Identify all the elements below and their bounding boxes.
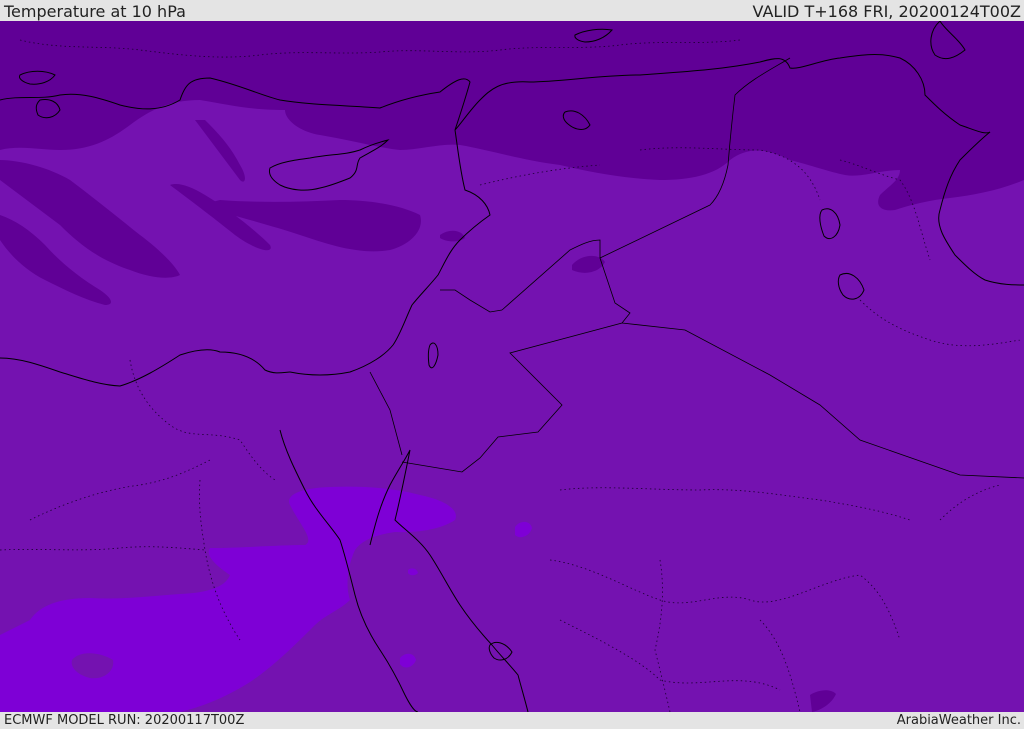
valid-time-label: VALID T+168 FRI, 20200124T00Z	[752, 2, 1021, 21]
credit-label: ArabiaWeather Inc.	[896, 713, 1021, 728]
footer-bar: ECMWF MODEL RUN: 20200117T00Z ArabiaWeat…	[0, 712, 1024, 729]
model-run-label: ECMWF MODEL RUN: 20200117T00Z	[4, 713, 245, 728]
map-title: Temperature at 10 hPa	[4, 2, 186, 21]
weather-map[interactable]	[0, 21, 1024, 712]
header-bar: Temperature at 10 hPa VALID T+168 FRI, 2…	[0, 0, 1024, 21]
